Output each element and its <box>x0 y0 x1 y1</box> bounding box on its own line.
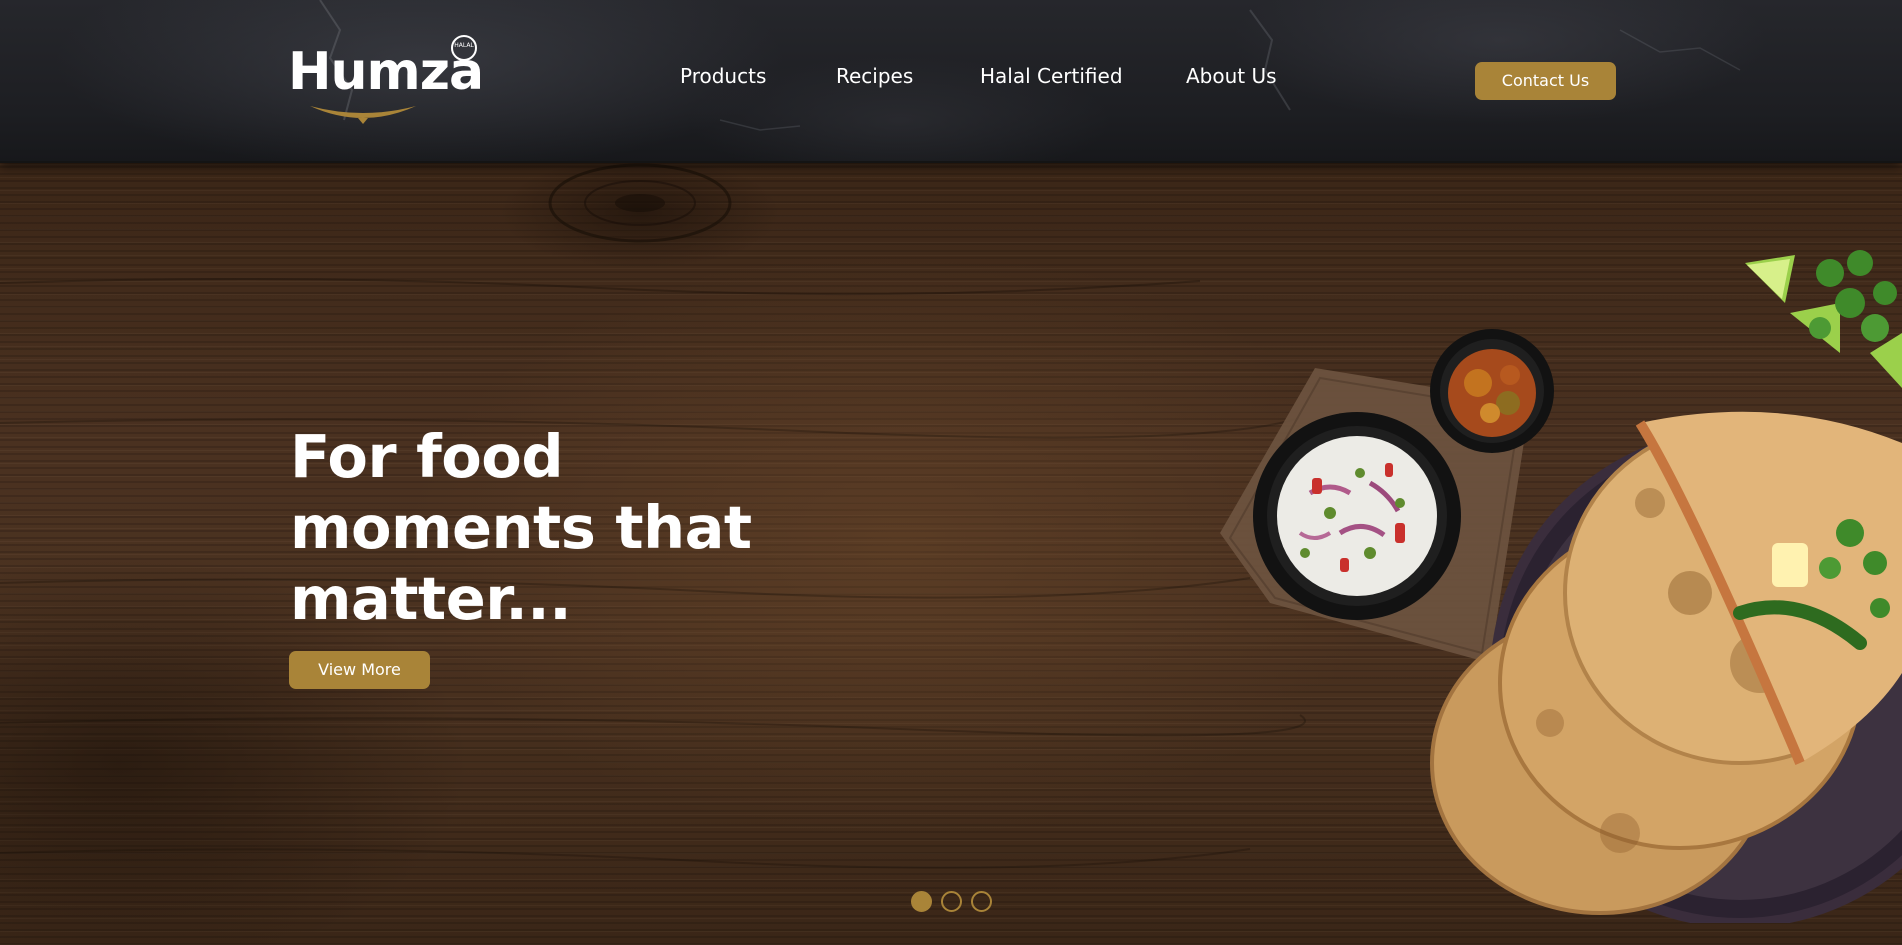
headline-line: moments that <box>290 493 752 562</box>
headline-line: For food <box>290 422 564 491</box>
nav-item-recipes[interactable]: Recipes <box>836 64 913 88</box>
view-more-button[interactable]: View More <box>289 651 430 689</box>
carousel-dot-1[interactable] <box>911 891 932 912</box>
hero-banner: For food moments that matter... View Mor… <box>0 163 1902 945</box>
halal-badge-label: HALAL <box>454 42 474 49</box>
halal-badge-icon: HALAL <box>451 35 477 61</box>
contact-us-button[interactable]: Contact Us <box>1475 62 1616 100</box>
hero-headline: For food moments that matter... <box>290 421 810 634</box>
brand-logo[interactable]: Humza HALAL <box>288 32 488 132</box>
carousel-dot-2[interactable] <box>941 891 962 912</box>
headline-line: matter... <box>290 564 572 633</box>
nav-item-halal-certified[interactable]: Halal Certified <box>980 64 1123 88</box>
food-image <box>1220 250 1902 923</box>
carousel-dot-3[interactable] <box>971 891 992 912</box>
logo-swoosh-icon <box>310 106 416 124</box>
nav-item-about-us[interactable]: About Us <box>1186 64 1277 88</box>
nav-item-products[interactable]: Products <box>680 64 766 88</box>
slate-texture <box>319 0 1741 131</box>
site-header: Humza HALAL Products Recipes Halal Certi… <box>0 0 1902 163</box>
